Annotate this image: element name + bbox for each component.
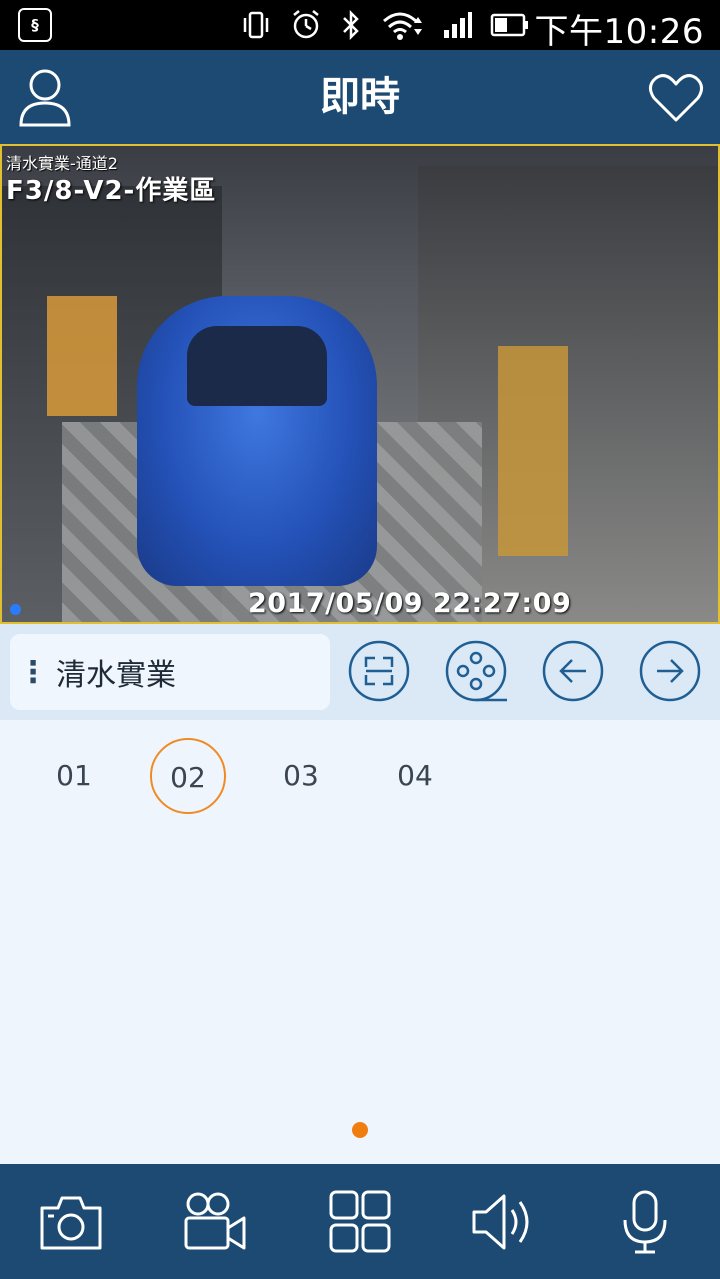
channel-01[interactable]: 01 [36,738,112,814]
page-indicator-dot [352,1122,368,1138]
page-title: 即時 [320,74,400,120]
app-header: 即時 [0,50,720,144]
battery-icon [490,13,528,37]
speaker-icon[interactable] [470,1190,536,1254]
video-camera-icon[interactable] [182,1190,248,1254]
device-selector[interactable]: ⋮ 清水實業 [10,634,330,710]
device-name: 清水實業 [56,658,176,693]
video-scene-panel [498,346,568,556]
app-notification-icon: § [18,8,52,42]
status-bar: § 下午10:26 [0,0,720,52]
signal-icon [444,12,472,38]
grid-layout-icon[interactable] [327,1190,393,1254]
video-scene-car-window [187,326,327,406]
channel-02[interactable]: 02 [150,738,226,814]
scan-icon[interactable] [348,640,410,702]
camera-zone-label: F3/8-V2-作業區 [6,176,217,206]
camera-icon[interactable] [38,1190,104,1254]
bottom-action-bar [0,1164,720,1279]
video-scene-panel [47,296,117,416]
wifi-icon [383,12,422,40]
status-icons [240,6,530,44]
film-reel-icon[interactable] [445,640,507,702]
arrow-left-icon[interactable] [542,640,604,702]
arrow-right-icon[interactable] [639,640,701,702]
device-toolbar: ⋮ 清水實業 [0,624,720,720]
more-vertical-icon: ⋮ [18,654,48,690]
record-indicator [10,604,21,615]
live-video-view[interactable]: 清水實業-通道2 F3/8-V2-作業區 2017/05/09 22:27:09 [0,144,720,624]
channel-03[interactable]: 03 [263,738,339,814]
vibrate-icon [243,11,269,39]
bluetooth-icon [343,9,359,41]
video-timestamp: 2017/05/09 22:27:09 [248,588,572,619]
channel-list: 01 02 03 04 [0,720,720,830]
channel-04[interactable]: 04 [377,738,453,814]
microphone-icon[interactable] [615,1190,681,1254]
alarm-icon [293,10,319,39]
heart-icon[interactable] [648,72,704,124]
status-time: 下午10:26 [534,12,704,52]
